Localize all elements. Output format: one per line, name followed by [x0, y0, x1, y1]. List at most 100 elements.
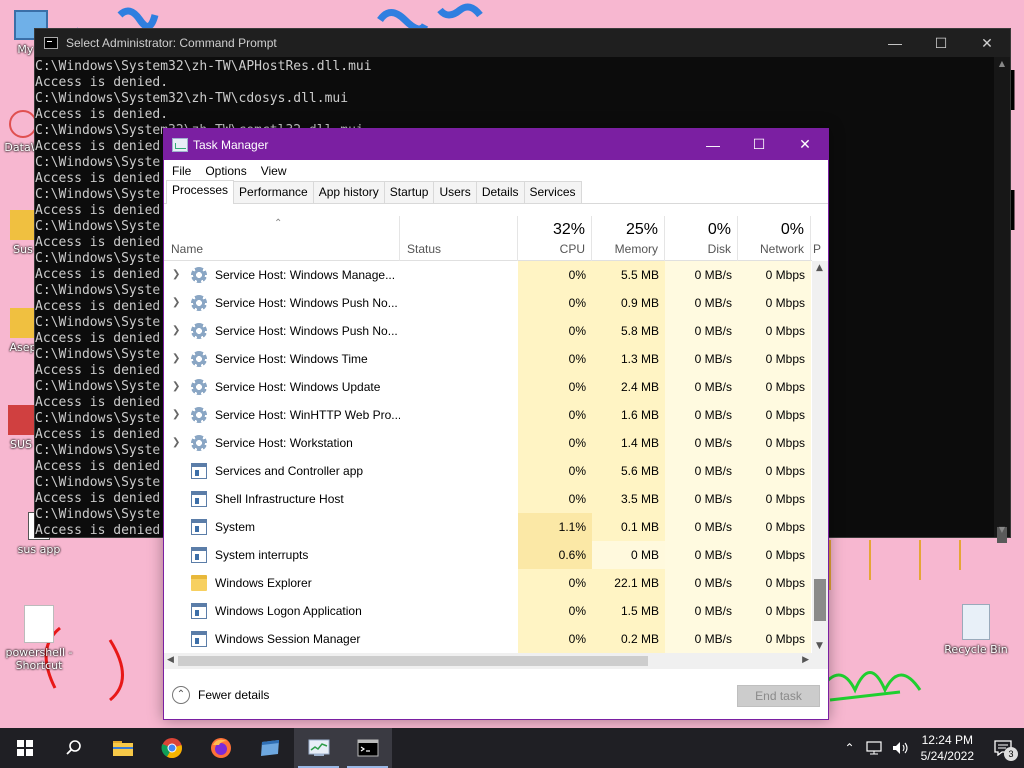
table-row[interactable]: System 1.1% 0.1 MB 0 MB/s 0 Mbps — [164, 513, 812, 541]
scroll-thumb[interactable] — [814, 579, 826, 621]
process-network: 0 Mbps — [738, 401, 811, 429]
table-row[interactable]: ❯ Service Host: Workstation 0% 1.4 MB 0 MB/s… — [164, 429, 812, 457]
col-header-status[interactable]: Status — [400, 216, 518, 261]
cmd-scrollbar[interactable]: ▲ ▼ — [994, 57, 1010, 543]
close-button[interactable]: ✕ — [782, 131, 828, 159]
menu-view[interactable]: View — [261, 164, 287, 178]
process-name: System — [215, 520, 256, 534]
tab-users[interactable]: Users — [433, 181, 477, 203]
col-header-network[interactable]: 0% Network — [738, 216, 811, 261]
hscroll-thumb[interactable] — [178, 656, 648, 666]
process-disk: 0 MB/s — [665, 625, 738, 653]
process-network: 0 Mbps — [738, 317, 811, 345]
table-row[interactable]: System interrupts 0.6% 0 MB 0 MB/s 0 Mbps — [164, 541, 812, 569]
taskbar-app[interactable] — [245, 728, 294, 768]
chevron-right-icon[interactable]: ❯ — [172, 289, 184, 317]
taskbar-task-manager[interactable] — [294, 728, 343, 768]
process-name: System interrupts — [215, 548, 309, 562]
menu-file[interactable]: File — [172, 164, 191, 178]
tm-titlebar[interactable]: Task Manager — ☐ ✕ — [164, 129, 828, 160]
maximize-button[interactable]: ☐ — [736, 131, 782, 159]
table-row[interactable]: Shell Infrastructure Host 0% 3.5 MB 0 MB/s 0… — [164, 485, 812, 513]
col-header-cpu[interactable]: 32% CPU — [518, 216, 592, 261]
gear-icon — [191, 407, 207, 423]
taskbar-file-explorer[interactable] — [98, 728, 147, 768]
menu-options[interactable]: Options — [205, 164, 246, 178]
tab-app-history[interactable]: App history — [312, 181, 385, 203]
process-network: 0 Mbps — [738, 569, 811, 597]
col-header-disk[interactable]: 0% Disk — [665, 216, 738, 261]
taskbar-command-prompt[interactable] — [343, 728, 392, 768]
minimize-button[interactable]: — — [872, 29, 918, 57]
chevron-right-icon[interactable]: ❯ — [172, 345, 184, 373]
tab-details[interactable]: Details — [475, 181, 525, 203]
app-window-icon — [191, 491, 207, 507]
taskbar-clock[interactable]: 12:24 PM 5/24/2022 — [921, 732, 974, 764]
tm-menubar: File Options View — [164, 160, 828, 182]
taskbar-firefox[interactable] — [196, 728, 245, 768]
table-row[interactable]: Windows Logon Application 0% 1.5 MB 0 MB/s 0… — [164, 597, 812, 625]
process-cpu: 0% — [518, 597, 592, 625]
tab-processes[interactable]: Processes — [166, 180, 235, 204]
action-center-button[interactable]: 3 — [988, 733, 1018, 763]
table-row[interactable]: ❯ Service Host: Windows Update 0% 2.4 MB 0 M… — [164, 373, 812, 401]
gear-icon — [191, 267, 207, 283]
process-network: 0 Mbps — [738, 373, 811, 401]
table-row[interactable]: ❯ Service Host: Windows Push No... 0% 5.8 M… — [164, 317, 812, 345]
start-button[interactable] — [0, 728, 49, 768]
fewer-details-button[interactable]: ⌃ Fewer details — [172, 686, 269, 704]
table-row[interactable]: Windows Session Manager 0% 0.2 MB 0 MB/s 0 M… — [164, 625, 812, 653]
table-row[interactable]: Windows Explorer 0% 22.1 MB 0 MB/s 0 Mbps — [164, 569, 812, 597]
col-header-memory[interactable]: 25% Memory — [592, 216, 665, 261]
chevron-right-icon[interactable]: ❯ — [172, 401, 184, 429]
table-row[interactable]: ❯ Service Host: Windows Time 0% 1.3 MB 0 MB/… — [164, 345, 812, 373]
scroll-down-icon[interactable]: ▼ — [816, 641, 823, 651]
desktop-icon-recycle-bin[interactable]: Recycle Bin — [940, 604, 1012, 656]
table-row[interactable]: Services and Controller app 0% 5.6 MB 0 MB/… — [164, 457, 812, 485]
desktop-icon-powershell-shortcut[interactable]: powershell - Shortcut — [4, 605, 74, 672]
table-row[interactable]: ❯ Service Host: Windows Push No... 0% 0.9 M… — [164, 289, 812, 317]
tab-services[interactable]: Services — [523, 181, 582, 203]
scroll-down-icon[interactable]: ▼ — [994, 523, 1010, 537]
chevron-right-icon[interactable]: ❯ — [172, 261, 184, 289]
scroll-up-icon[interactable]: ▲ — [816, 263, 823, 273]
volume-icon[interactable] — [891, 740, 909, 756]
chevron-right-icon[interactable]: ❯ — [172, 373, 184, 401]
process-network: 0 Mbps — [738, 541, 811, 569]
task-manager-window[interactable]: Task Manager — ☐ ✕ File Options View Pro… — [163, 128, 829, 720]
tab-startup[interactable]: Startup — [383, 181, 435, 203]
chevron-up-icon[interactable]: ⌃ — [845, 741, 855, 755]
chevron-right-icon[interactable]: ❯ — [172, 429, 184, 457]
close-button[interactable]: ✕ — [964, 29, 1010, 57]
scroll-right-icon[interactable]: ▶ — [802, 655, 809, 665]
app-icon — [8, 405, 34, 435]
maximize-button[interactable]: ☐ — [918, 29, 964, 57]
tab-performance[interactable]: Performance — [233, 181, 314, 203]
end-task-button[interactable]: End task — [737, 685, 820, 707]
process-name: Windows Session Manager — [215, 632, 361, 646]
network-icon[interactable] — [865, 740, 883, 756]
cmd-titlebar[interactable]: Select Administrator: Command Prompt — ☐… — [35, 29, 1010, 57]
taskbar-chrome[interactable] — [147, 728, 196, 768]
table-row[interactable]: ❯ Service Host: WinHTTP Web Pro... 0% 1.6 M… — [164, 401, 812, 429]
chevron-right-icon[interactable]: ❯ — [172, 317, 184, 345]
minimize-button[interactable]: — — [690, 131, 736, 159]
col-header-name[interactable]: ⌃ Name — [164, 216, 400, 261]
col-header-power[interactable]: P — [811, 216, 821, 261]
process-name: Service Host: Windows Time — [215, 352, 368, 366]
scroll-corner — [812, 653, 828, 669]
process-network: 0 Mbps — [738, 513, 811, 541]
search-button[interactable] — [49, 728, 98, 768]
scroll-up-icon[interactable]: ▲ — [994, 57, 1010, 71]
process-memory: 0.1 MB — [592, 513, 665, 541]
table-row[interactable]: ❯ Service Host: Windows Manage... 0% 5.5 MB… — [164, 261, 812, 289]
process-list-scrollbar[interactable]: ▲ ▼ — [812, 261, 828, 653]
process-disk: 0 MB/s — [665, 261, 738, 289]
process-memory: 0.2 MB — [592, 625, 665, 653]
process-memory: 5.8 MB — [592, 317, 665, 345]
process-disk: 0 MB/s — [665, 597, 738, 625]
process-network: 0 Mbps — [738, 261, 811, 289]
system-tray: ⌃ 12:24 PM 5/24/2022 3 — [845, 728, 1024, 768]
scroll-left-icon[interactable]: ◀ — [167, 655, 174, 665]
process-list-hscrollbar[interactable]: ◀ ▶ — [164, 653, 812, 669]
